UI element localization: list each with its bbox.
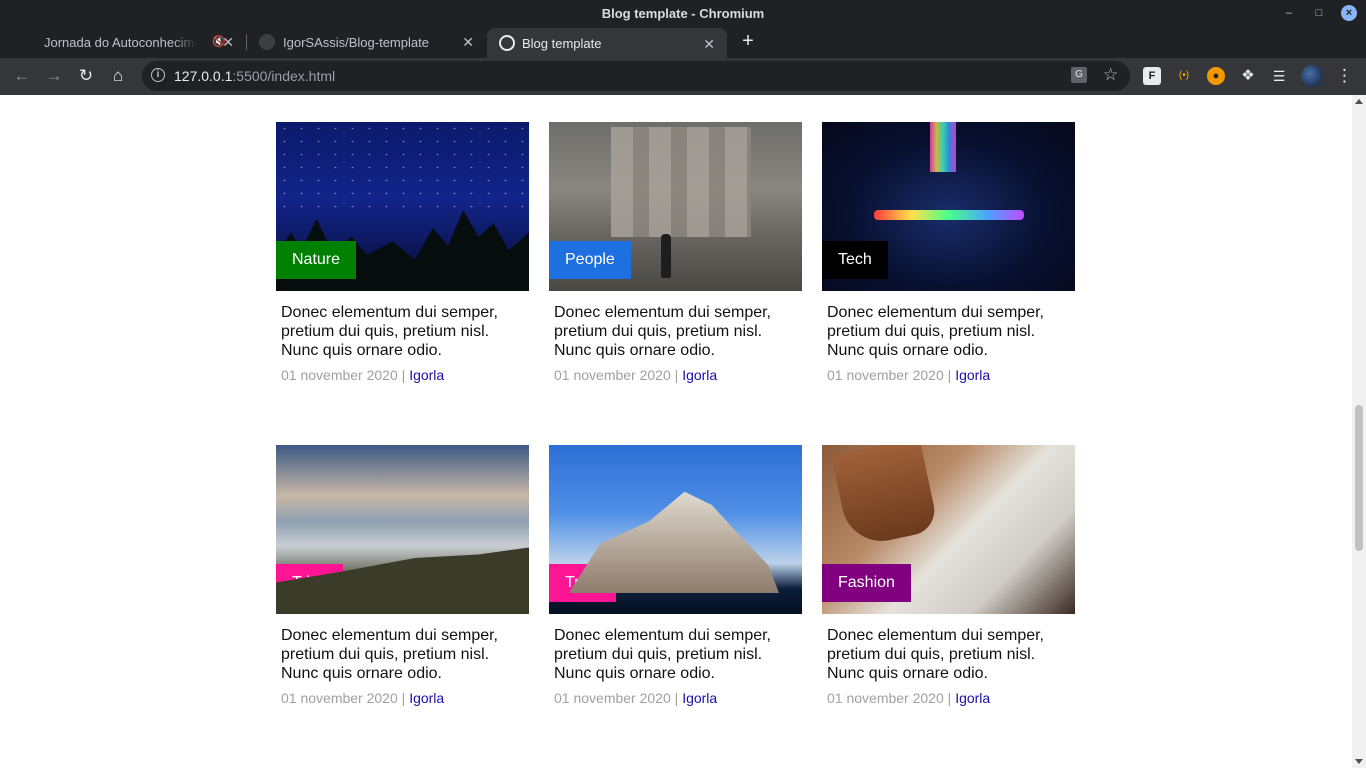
post-card[interactable]: Tech Donec elementum dui semper, pretium…	[822, 122, 1075, 387]
tab-strip: Jornada do Autoconhecimento 🔇 ✕ IgorSAss…	[0, 26, 1366, 58]
puzzle-icon[interactable]: ❖	[1239, 67, 1257, 85]
close-tab-icon[interactable]: ✕	[462, 34, 474, 51]
url-rest: :5500/index.html	[232, 68, 336, 84]
post-meta: 01 november 2020 | Igorla	[554, 690, 718, 706]
extension-icon-2[interactable]: (•)	[1175, 67, 1193, 85]
author-link[interactable]: Igorla	[409, 690, 444, 706]
category-tag[interactable]: People	[549, 241, 631, 279]
scroll-up-arrow-icon[interactable]	[1355, 99, 1363, 104]
post-image-nature[interactable]: Nature	[276, 122, 529, 291]
post-image-fashion[interactable]: Fashion	[822, 445, 1075, 614]
home-icon[interactable]: ⌂	[108, 66, 128, 86]
info-icon[interactable]: i	[151, 68, 165, 82]
post-card[interactable]: People Donec elementum dui semper, preti…	[549, 122, 802, 387]
post-date: 01 november 2020	[281, 367, 398, 383]
tab-blog-template-active[interactable]: Blog template ✕	[487, 28, 727, 58]
category-tag[interactable]: Fashion	[822, 564, 911, 602]
post-date: 01 november 2020	[554, 690, 671, 706]
post-meta: 01 november 2020 | Igorla	[554, 367, 718, 383]
post-excerpt[interactable]: Donec elementum dui semper, pretium dui …	[281, 626, 516, 683]
vertical-scrollbar[interactable]	[1352, 95, 1366, 768]
post-excerpt[interactable]: Donec elementum dui semper, pretium dui …	[827, 303, 1062, 360]
maximize-icon[interactable]: □	[1311, 5, 1327, 21]
author-link[interactable]: Igorla	[409, 367, 444, 383]
page-viewport: Nature Donec elementum dui semper, preti…	[0, 95, 1352, 768]
post-excerpt[interactable]: Donec elementum dui semper, pretium dui …	[281, 303, 516, 360]
tab-jornada[interactable]: Jornada do Autoconhecimento 🔇 ✕	[8, 26, 246, 58]
translate-icon[interactable]: G	[1071, 67, 1087, 83]
extension-icon-1[interactable]: F	[1143, 67, 1161, 85]
post-card[interactable]: Nature Donec elementum dui semper, preti…	[276, 122, 529, 387]
category-tag[interactable]: Trips	[549, 564, 616, 602]
post-excerpt[interactable]: Donec elementum dui semper, pretium dui …	[554, 303, 789, 360]
new-tab-plus-icon[interactable]: +	[737, 30, 759, 52]
post-image-tech[interactable]: Tech	[822, 122, 1075, 291]
category-tag[interactable]: Tech	[822, 241, 888, 279]
reload-icon[interactable]: ↻	[76, 66, 96, 86]
post-date: 01 november 2020	[827, 367, 944, 383]
url-host: 127.0.0.1	[174, 68, 233, 84]
tab-title: Blog template	[522, 35, 602, 51]
minimize-icon[interactable]: –	[1281, 5, 1297, 21]
address-bar[interactable]: i 127.0.0.1:5500/index.html G ☆	[142, 61, 1130, 91]
tab-github[interactable]: IgorSAssis/Blog-template ✕	[248, 26, 486, 58]
post-meta: 01 november 2020 | Igorla	[281, 367, 445, 383]
post-date: 01 november 2020	[281, 690, 398, 706]
post-image-people[interactable]: People	[549, 122, 802, 291]
post-meta: 01 november 2020 | Igorla	[827, 690, 991, 706]
close-tab-icon[interactable]: ✕	[222, 34, 234, 51]
post-image-trips[interactable]: Trips	[276, 445, 529, 614]
media-queue-icon[interactable]: ☰	[1270, 67, 1288, 85]
tab-separator	[246, 34, 247, 50]
kebab-menu-icon[interactable]: ⋮	[1336, 66, 1353, 86]
author-link[interactable]: Igorla	[682, 367, 717, 383]
post-date: 01 november 2020	[827, 690, 944, 706]
post-date: 01 november 2020	[554, 367, 671, 383]
scroll-down-arrow-icon[interactable]	[1355, 759, 1363, 764]
browser-toolbar: ← → ↻ ⌂ i 127.0.0.1:5500/index.html G ☆ …	[0, 58, 1366, 95]
post-card[interactable]: Trips Donec elementum dui semper, pretiu…	[276, 445, 529, 710]
bookmark-star-icon[interactable]: ☆	[1103, 65, 1118, 85]
author-link[interactable]: Igorla	[955, 690, 990, 706]
window-title: Blog template - Chromium	[601, 6, 765, 21]
scrollbar-thumb[interactable]	[1355, 405, 1363, 551]
close-window-icon[interactable]: ×	[1341, 5, 1357, 21]
github-icon	[259, 34, 275, 50]
close-tab-icon[interactable]: ✕	[703, 36, 715, 53]
url-text[interactable]: 127.0.0.1:5500/index.html	[174, 68, 335, 84]
window-titlebar: Blog template - Chromium – □ ×	[0, 0, 1366, 26]
post-meta: 01 november 2020 | Igorla	[827, 367, 991, 383]
tab-title: Jornada do Autoconhecimento	[44, 34, 196, 50]
extension-icon-3[interactable]: ●	[1207, 67, 1225, 85]
post-excerpt[interactable]: Donec elementum dui semper, pretium dui …	[827, 626, 1062, 683]
post-excerpt[interactable]: Donec elementum dui semper, pretium dui …	[554, 626, 789, 683]
tab-title: IgorSAssis/Blog-template	[283, 34, 429, 50]
post-grid: Nature Donec elementum dui semper, preti…	[276, 122, 1076, 710]
post-card[interactable]: Fashion Donec elementum dui semper, pret…	[822, 445, 1075, 710]
post-image-trips[interactable]: Trips	[549, 445, 802, 614]
author-link[interactable]: Igorla	[955, 367, 990, 383]
globe-icon	[499, 35, 515, 51]
forward-arrow-icon[interactable]: →	[44, 66, 64, 86]
category-tag[interactable]: Trips	[276, 564, 343, 602]
category-tag[interactable]: Nature	[276, 241, 357, 279]
post-meta: 01 november 2020 | Igorla	[281, 690, 445, 706]
back-arrow-icon[interactable]: ←	[12, 66, 32, 86]
post-card[interactable]: Trips Donec elementum dui semper, pretiu…	[549, 445, 802, 710]
author-link[interactable]: Igorla	[682, 690, 717, 706]
profile-avatar[interactable]	[1301, 65, 1323, 87]
